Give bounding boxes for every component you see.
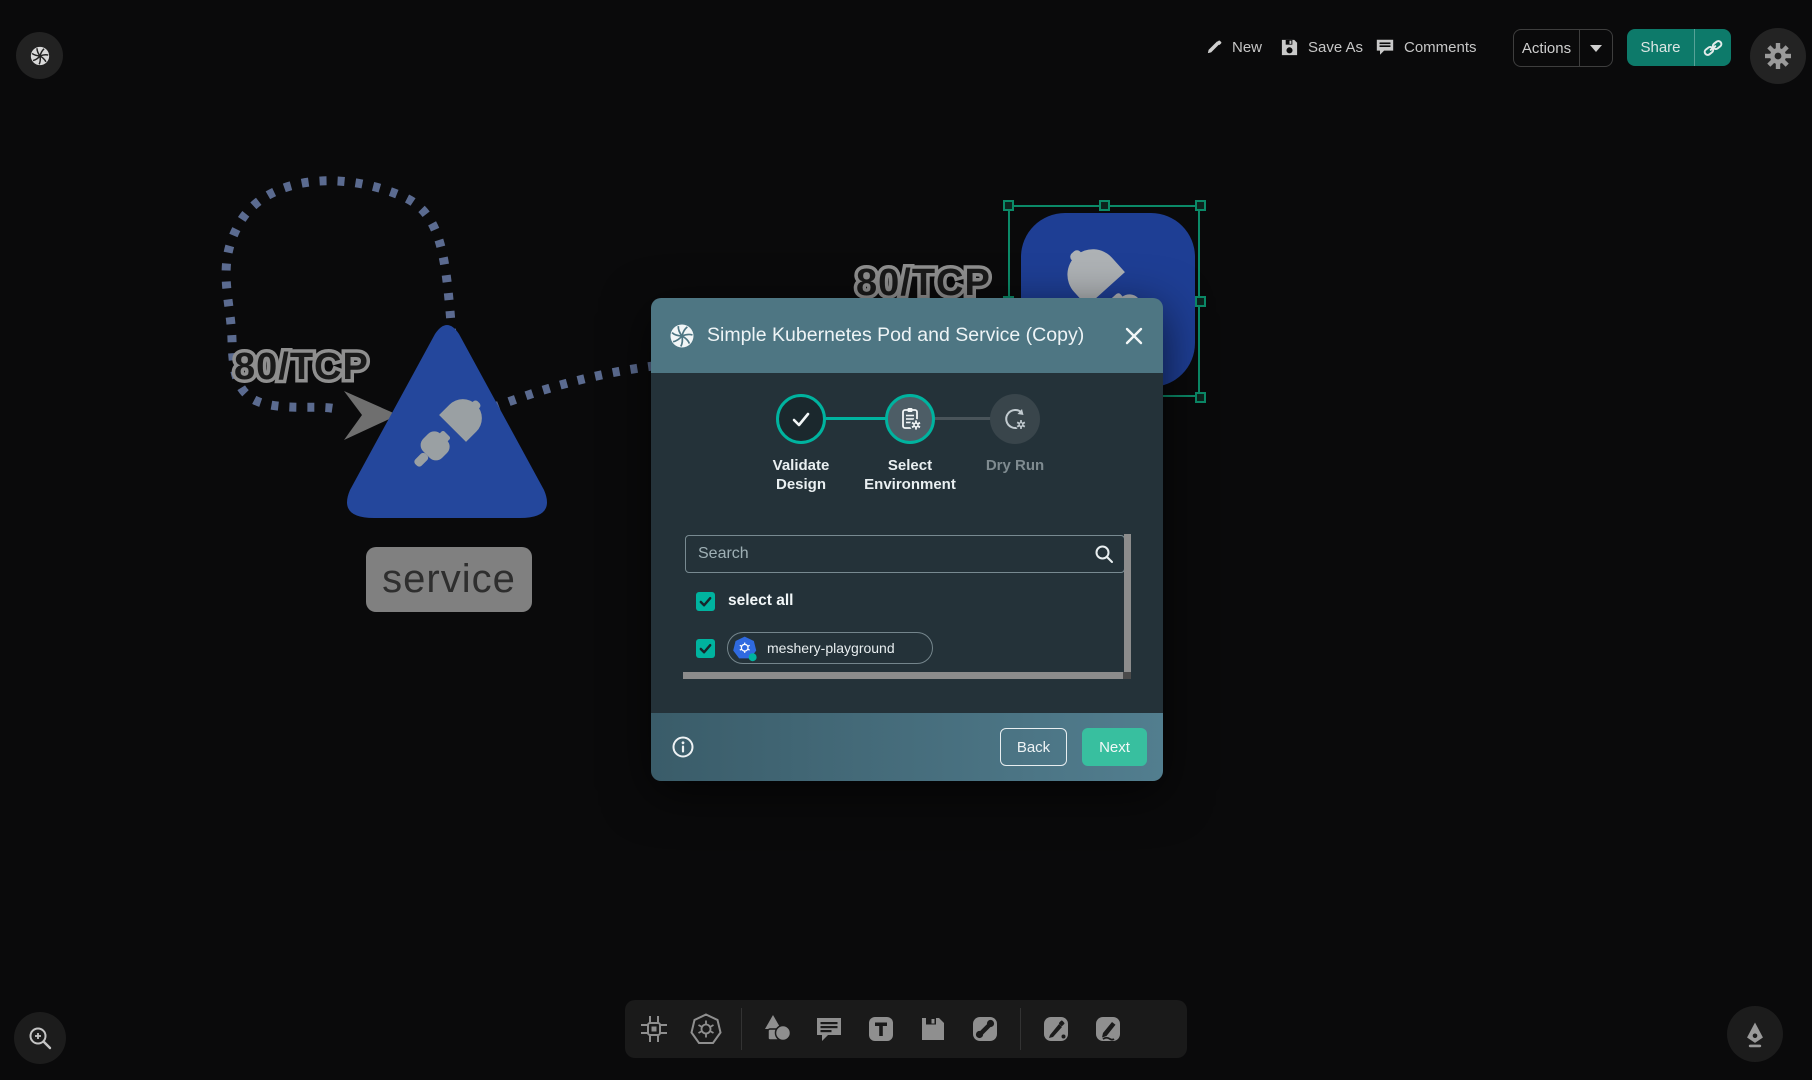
select-all-checkbox[interactable] [696, 592, 715, 611]
selection-handle[interactable] [1195, 392, 1206, 403]
gear-icon [1764, 42, 1792, 70]
deploy-modal: Simple Kubernetes Pod and Service (Copy) [651, 298, 1163, 781]
save-as-label: Save As [1308, 39, 1363, 56]
modal-body: Validate Design Select Environment Dry R… [651, 373, 1163, 713]
comments-icon [1375, 37, 1395, 57]
settings-button[interactable] [1750, 28, 1806, 84]
check-icon [698, 594, 713, 609]
service-triangle-node[interactable] [340, 322, 554, 528]
actions-dropdown[interactable] [1580, 45, 1612, 52]
selection-handle[interactable] [1195, 200, 1206, 211]
search-icon[interactable] [1094, 544, 1114, 564]
comments-button[interactable]: Comments [1375, 28, 1477, 66]
dry-run-icon [1002, 406, 1028, 432]
pen-nib-icon [1740, 1019, 1770, 1049]
actions-button[interactable]: Actions [1513, 29, 1613, 67]
step-label-select-environment: Select Environment [850, 457, 970, 495]
environment-chip: meshery-playground [727, 632, 933, 664]
selection-handle[interactable] [1003, 200, 1014, 211]
zoom-in-button[interactable] [14, 1012, 66, 1064]
meshery-logo-button[interactable] [16, 32, 63, 79]
step-select-environment [885, 394, 935, 444]
info-icon[interactable] [671, 735, 695, 759]
toolbar-divider [741, 1008, 742, 1050]
modal-footer: Back Next [651, 713, 1163, 781]
pencil-icon [1205, 38, 1223, 56]
environment-checkbox[interactable] [696, 639, 715, 658]
text-icon[interactable] [864, 1012, 898, 1046]
pen-tool-button[interactable] [1727, 1006, 1783, 1062]
environment-name: meshery-playground [767, 640, 895, 656]
horizontal-scrollbar[interactable] [683, 672, 1123, 679]
meshery-logo-icon [29, 45, 51, 67]
shapes-icon[interactable] [760, 1012, 794, 1046]
kubernetes-icon [732, 635, 759, 662]
back-button[interactable]: Back [1000, 728, 1067, 766]
zoom-in-icon [27, 1025, 53, 1051]
bottom-toolbar [625, 1000, 1187, 1058]
stepper-connector-active [826, 417, 886, 420]
modal-header: Simple Kubernetes Pod and Service (Copy) [651, 298, 1163, 373]
chevron-down-icon [1590, 45, 1602, 52]
meshery-logo-icon [669, 323, 695, 349]
search-input[interactable] [686, 545, 1094, 563]
vertical-scrollbar[interactable] [1124, 534, 1131, 672]
step-dry-run [990, 394, 1040, 444]
comment-icon[interactable] [812, 1012, 846, 1046]
pencil-icon[interactable] [1091, 1012, 1125, 1046]
scrollbar-corner [1123, 672, 1131, 679]
edge-port-label: 80/TCP [234, 346, 369, 389]
step-label-dry-run: Dry Run [965, 457, 1065, 476]
share-button[interactable]: Share [1627, 29, 1731, 66]
service-node-label: service [366, 547, 532, 612]
step-label-validate-design: Validate Design [751, 457, 851, 495]
close-icon[interactable] [1123, 325, 1145, 347]
environment-search [685, 535, 1125, 573]
modal-title: Simple Kubernetes Pod and Service (Copy) [707, 324, 1123, 347]
comments-label: Comments [1404, 39, 1477, 56]
copy-link-button[interactable] [1695, 38, 1731, 58]
selection-handle[interactable] [1099, 200, 1110, 211]
toolbar-divider [1020, 1008, 1021, 1050]
kanvas-canvas[interactable]: 80/TCP 80/TCP service [0, 0, 1812, 1080]
share-label: Share [1627, 39, 1694, 56]
kubernetes-icon[interactable] [689, 1012, 723, 1046]
new-button[interactable]: New [1205, 28, 1262, 66]
components-icon[interactable] [637, 1012, 671, 1046]
next-button[interactable]: Next [1082, 728, 1147, 766]
select-all-label: select all [728, 592, 794, 610]
save-icon[interactable] [916, 1012, 950, 1046]
check-icon [789, 407, 813, 431]
clipboard-gear-icon [897, 406, 923, 432]
selection-handle[interactable] [1195, 296, 1206, 307]
step-validate-design [776, 394, 826, 444]
link-icon [1703, 38, 1723, 58]
actions-label: Actions [1514, 40, 1579, 57]
save-icon [1280, 38, 1299, 57]
save-as-button[interactable]: Save As [1280, 28, 1363, 66]
relationships-icon[interactable] [968, 1012, 1002, 1046]
edit-pen-icon[interactable] [1039, 1012, 1073, 1046]
check-icon [698, 641, 713, 656]
stepper-connector [934, 417, 991, 420]
new-label: New [1232, 39, 1262, 56]
